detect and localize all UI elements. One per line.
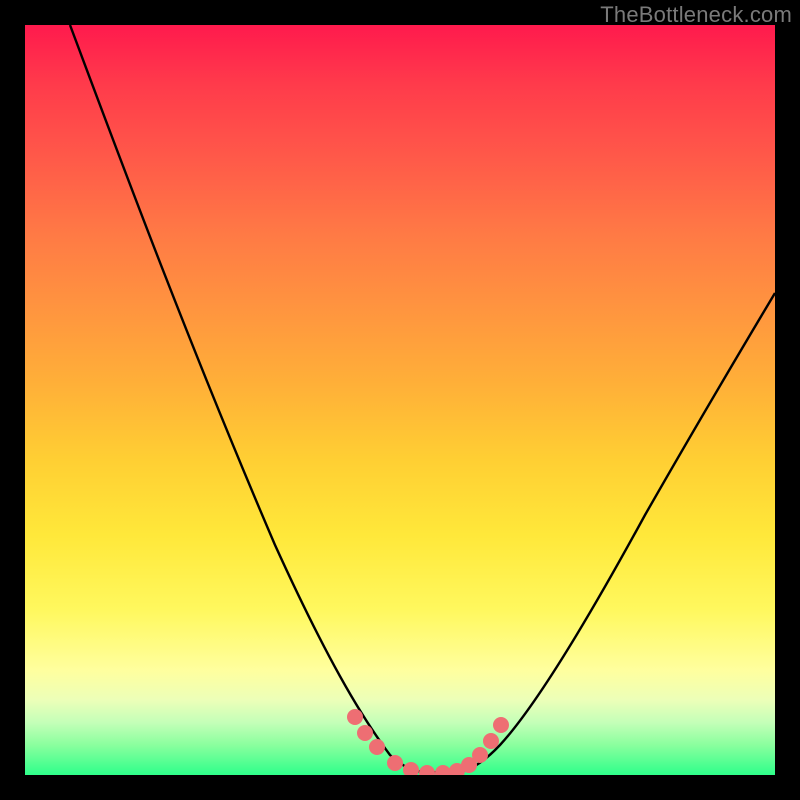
left-branch-path: [70, 25, 423, 772]
plot-area: [25, 25, 775, 775]
curve-svg: [25, 25, 775, 775]
right-branch-path: [457, 293, 775, 773]
chart-frame: TheBottleneck.com: [0, 0, 800, 800]
trough-markers: [347, 709, 509, 775]
